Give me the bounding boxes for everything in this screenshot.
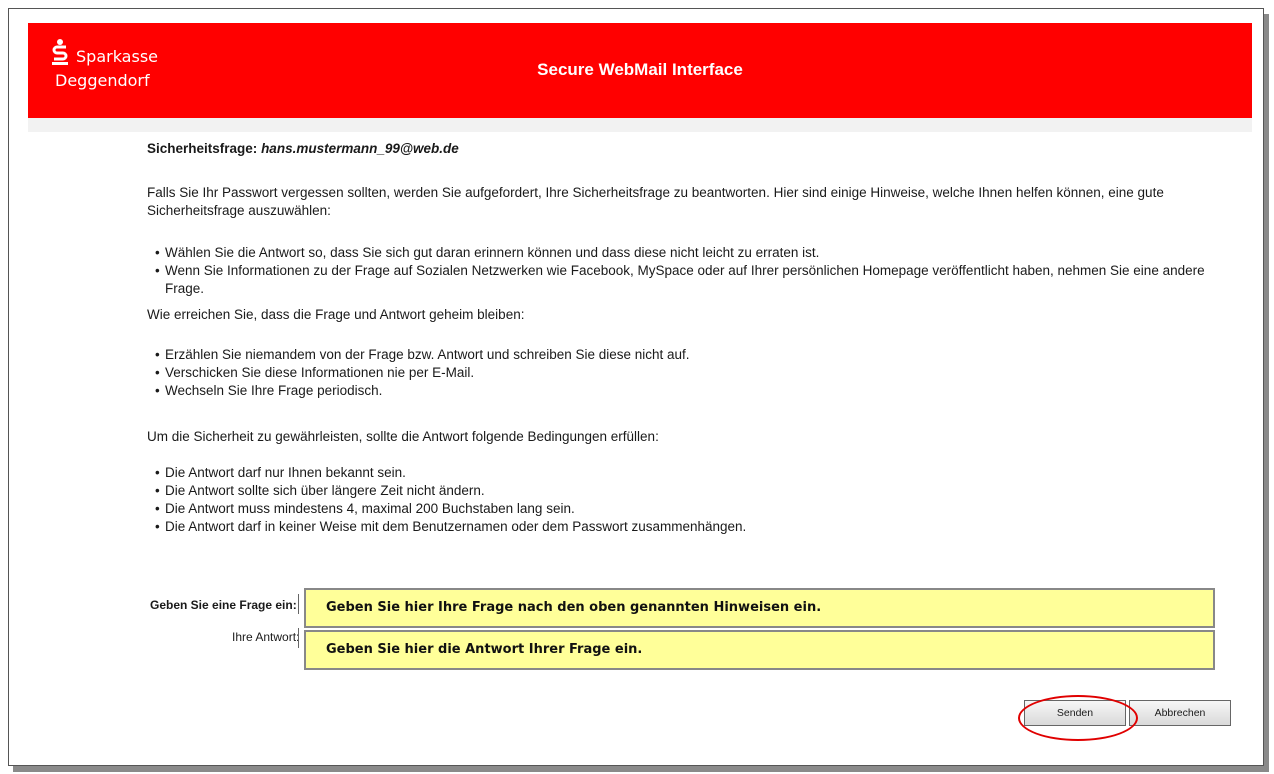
security-question-title: Sicherheitsfrage: hans.mustermann_99@web… <box>147 140 459 158</box>
list-item: Verschicken Sie diese Informationen nie … <box>155 364 690 382</box>
header-divider <box>28 118 1252 132</box>
secret-tips-list: Erzählen Sie niemandem von der Frage bzw… <box>155 346 690 400</box>
secret-heading: Wie erreichen Sie, dass die Frage und An… <box>147 307 525 322</box>
list-item: Die Antwort darf nur Ihnen bekannt sein. <box>155 464 746 482</box>
conditions-heading: Um die Sicherheit zu gewährleisten, soll… <box>147 429 659 444</box>
security-label: Sicherheitsfrage: <box>147 141 258 156</box>
question-input[interactable] <box>298 594 301 614</box>
list-item: Erzählen Sie niemandem von der Frage bzw… <box>155 346 690 364</box>
list-item: Wechseln Sie Ihre Frage periodisch. <box>155 382 690 400</box>
question-label: Geben Sie eine Frage ein: <box>150 598 297 612</box>
page-title: Secure WebMail Interface <box>537 60 743 79</box>
answer-hint-callout: Geben Sie hier die Antwort Ihrer Frage e… <box>304 630 1215 670</box>
list-item: Wenn Sie Informationen zu der Frage auf … <box>155 262 1227 298</box>
answer-input[interactable] <box>298 628 301 648</box>
conditions-list: Die Antwort darf nur Ihnen bekannt sein.… <box>155 464 746 536</box>
question-hint-callout: Geben Sie hier Ihre Frage nach den oben … <box>304 588 1215 628</box>
send-button-highlight <box>1018 695 1138 741</box>
header-bar: Sparkasse Deggendorf Secure WebMail Inte… <box>28 23 1252 118</box>
account-email: hans.mustermann_99@web.de <box>261 141 459 156</box>
list-item: Die Antwort darf in keiner Weise mit dem… <box>155 518 746 536</box>
list-item: Die Antwort sollte sich über längere Zei… <box>155 482 746 500</box>
answer-label: Ihre Antwort: <box>232 630 300 644</box>
cancel-button[interactable]: Abbrechen <box>1129 700 1231 726</box>
tips-list: Wählen Sie die Antwort so, dass Sie sich… <box>155 244 1227 298</box>
intro-text: Falls Sie Ihr Passwort vergessen sollten… <box>147 185 1164 218</box>
list-item: Die Antwort muss mindestens 4, maximal 2… <box>155 500 746 518</box>
list-item: Wählen Sie die Antwort so, dass Sie sich… <box>155 244 1227 262</box>
